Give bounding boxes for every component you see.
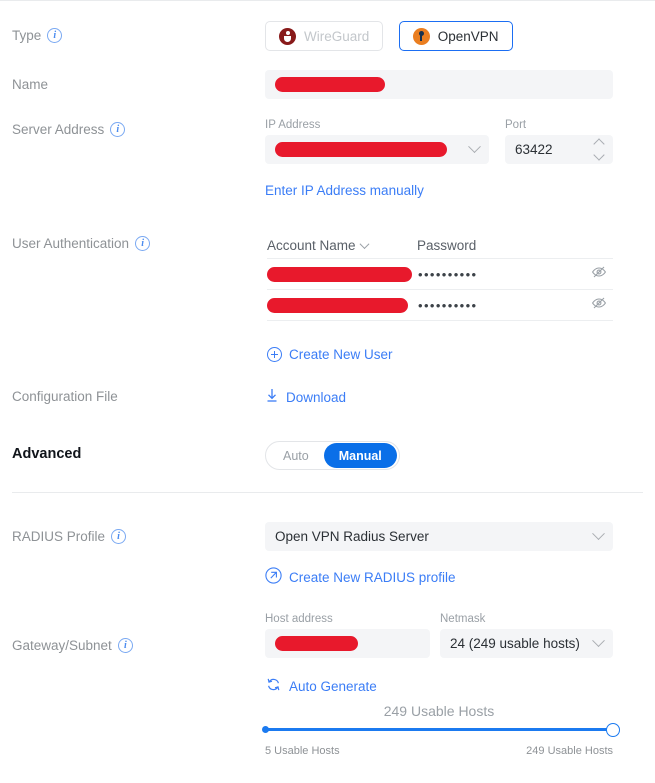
radius-profile-select[interactable]: Open VPN Radius Server: [265, 522, 613, 551]
create-radius-profile-link[interactable]: Create New RADIUS profile: [265, 567, 456, 587]
port-label: Port: [505, 119, 527, 131]
configuration-file-label-text: Configuration File: [12, 389, 118, 404]
type-option-openvpn-label: OpenVPN: [437, 28, 499, 44]
slider-range-labels: 5 Usable Hosts 249 Usable Hosts: [265, 745, 613, 757]
netmask-label: Netmask: [440, 613, 486, 625]
advanced-mode-auto[interactable]: Auto: [268, 443, 324, 468]
account-redaction-bar: [267, 297, 408, 313]
chevron-down-icon: [592, 634, 605, 648]
eye-off-icon[interactable]: [591, 264, 607, 285]
stepper-up-icon[interactable]: [593, 138, 605, 150]
type-option-wireguard[interactable]: WireGuard: [265, 21, 384, 51]
plus-circle-icon: [267, 347, 282, 362]
type-label: Type i: [12, 28, 63, 43]
ip-address-redaction-bar: [275, 142, 447, 157]
external-link-icon: [265, 567, 282, 587]
name-label: Name: [12, 77, 48, 92]
password-value: ••••••••••: [418, 297, 478, 313]
info-icon[interactable]: i: [111, 529, 127, 544]
radius-profile-value: Open VPN Radius Server: [275, 529, 429, 544]
info-icon[interactable]: i: [117, 638, 133, 653]
auto-generate-link[interactable]: Auto Generate: [265, 676, 377, 696]
info-icon[interactable]: i: [110, 122, 126, 137]
port-field: Port 63422: [505, 119, 613, 164]
netmask-value: 24 (249 usable hosts): [450, 636, 580, 651]
port-value: 63422: [515, 142, 553, 157]
gateway-subnet-label: Gateway/Subnet i: [12, 638, 133, 653]
type-option-wireguard-label: WireGuard: [304, 28, 370, 44]
advanced-label: Advanced: [12, 446, 81, 462]
openvpn-icon: [412, 27, 430, 45]
eye-off-icon[interactable]: [591, 295, 607, 316]
gateway-subnet-label-text: Gateway/Subnet: [12, 638, 112, 653]
advanced-label-text: Advanced: [12, 446, 82, 462]
slider-thumb[interactable]: [606, 722, 620, 737]
section-divider: [12, 492, 643, 493]
table-row[interactable]: ••••••••••: [267, 289, 613, 320]
table-row[interactable]: ••••••••••: [267, 258, 613, 289]
radius-profile-label: RADIUS Profile i: [12, 529, 127, 544]
column-header-account-name-label: Account Name: [267, 237, 356, 253]
host-address-label: Host address: [265, 613, 333, 625]
slider-track[interactable]: [262, 722, 620, 737]
stepper-down-icon[interactable]: [593, 149, 605, 161]
slider-min-label: 5 Usable Hosts: [265, 745, 340, 757]
top-divider: [0, 0, 655, 1]
column-header-password-label: Password: [417, 237, 477, 253]
download-label: Download: [286, 389, 347, 405]
ip-address-select[interactable]: [265, 135, 489, 164]
type-option-group: WireGuard OpenVPN: [265, 21, 513, 51]
create-new-user-link[interactable]: Create New User: [267, 347, 393, 362]
advanced-mode-toggle: Auto Manual: [265, 441, 400, 470]
ip-address-label: IP Address: [265, 119, 321, 131]
column-header-account-name[interactable]: Account Name: [267, 238, 417, 253]
user-table: Account Name Password •••••••••• •••••••…: [267, 232, 613, 321]
slider-start-dot: [262, 726, 269, 733]
host-address-redaction-bar: [275, 636, 358, 651]
netmask-select[interactable]: 24 (249 usable hosts): [440, 629, 613, 658]
chevron-down-icon: [592, 527, 605, 541]
column-header-password[interactable]: Password: [417, 238, 476, 253]
type-option-openvpn[interactable]: OpenVPN: [398, 21, 513, 51]
create-new-user-label: Create New User: [289, 347, 393, 362]
host-address-input[interactable]: [265, 629, 430, 658]
refresh-icon: [265, 676, 282, 696]
user-authentication-label: User Authentication i: [12, 236, 151, 251]
radius-profile-label-text: RADIUS Profile: [12, 529, 106, 544]
user-table-header: Account Name Password: [267, 232, 613, 258]
usable-hosts-current-value: 249 Usable Hosts: [383, 703, 495, 719]
name-label-text: Name: [12, 77, 49, 92]
download-icon: [265, 388, 279, 406]
slider-max-label: 249 Usable Hosts: [526, 745, 613, 757]
netmask-field: Netmask 24 (249 usable hosts): [440, 613, 613, 658]
account-redaction-bar: [267, 266, 412, 282]
ip-address-field: IP Address: [265, 119, 489, 164]
download-link[interactable]: Download: [265, 388, 346, 406]
name-input[interactable]: [265, 70, 613, 99]
wireguard-icon: [279, 27, 296, 45]
name-redaction-bar: [275, 77, 385, 92]
info-icon[interactable]: i: [135, 236, 151, 251]
auto-generate-label: Auto Generate: [289, 678, 377, 694]
port-stepper[interactable]: [593, 138, 605, 161]
user-authentication-label-text: User Authentication: [12, 236, 130, 251]
advanced-mode-manual[interactable]: Manual: [323, 443, 397, 468]
table-bottom-divider: [267, 320, 613, 321]
server-address-label-text: Server Address: [12, 122, 105, 137]
type-label-text: Type: [12, 28, 42, 43]
port-input[interactable]: 63422: [505, 135, 613, 164]
usable-hosts-slider[interactable]: 249 Usable Hosts 5 Usable Hosts 249 Usab…: [262, 703, 620, 757]
create-radius-profile-label: Create New RADIUS profile: [289, 569, 456, 585]
chevron-down-icon: [468, 140, 481, 154]
chevron-down-icon: [359, 238, 369, 249]
password-value: ••••••••••: [418, 266, 478, 282]
server-address-label: Server Address i: [12, 122, 126, 137]
host-address-field: Host address: [265, 613, 430, 658]
enter-ip-manually-link[interactable]: Enter IP Address manually: [265, 183, 424, 198]
info-icon[interactable]: i: [47, 28, 63, 43]
configuration-file-label: Configuration File: [12, 389, 118, 404]
